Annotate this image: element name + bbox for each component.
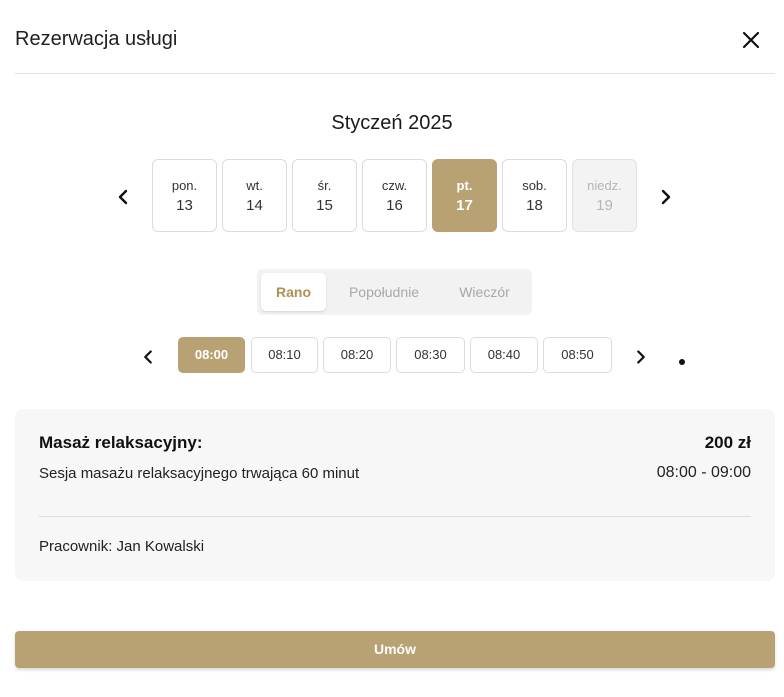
chevron-left-icon[interactable] xyxy=(111,185,135,209)
day-name: pt. xyxy=(456,178,473,193)
day-name: pon. xyxy=(171,178,198,193)
month-label: Styczeń 2025 xyxy=(331,112,453,134)
day-name: niedz. xyxy=(587,178,622,193)
time-slot[interactable]: 08:10 xyxy=(251,337,318,373)
staff-name: Pracownik: Jan Kowalski xyxy=(39,538,205,555)
time-slot[interactable]: 08:20 xyxy=(323,337,391,373)
time-slot[interactable]: 08:40 xyxy=(470,337,538,373)
day-tue[interactable]: wt. 14 xyxy=(222,159,287,232)
tab-morning[interactable]: Rano xyxy=(261,273,326,311)
time-slot[interactable]: 08:50 xyxy=(543,337,612,373)
day-date: 18 xyxy=(526,197,543,214)
time-of-day-switch: Rano Popołudnie Wieczór xyxy=(257,269,532,315)
service-price: 200 zł xyxy=(704,433,751,452)
service-name: Masaż relaksacyjny: xyxy=(39,433,203,452)
modal-title: Rezerwacja usługi xyxy=(15,28,178,50)
day-fri-selected[interactable]: pt. 17 xyxy=(432,159,497,232)
day-name: wt. xyxy=(246,178,263,193)
tab-evening[interactable]: Wieczór xyxy=(442,273,527,311)
tab-afternoon[interactable]: Popołudnie xyxy=(334,273,434,311)
day-date: 13 xyxy=(176,197,193,214)
service-time-range: 08:00 - 09:00 xyxy=(656,464,751,481)
chevron-right-icon[interactable] xyxy=(654,185,678,209)
day-sat[interactable]: sob. 18 xyxy=(502,159,567,232)
day-date: 15 xyxy=(316,197,333,214)
chevron-left-icon[interactable] xyxy=(137,346,159,368)
modal-header: Rezerwacja usługi xyxy=(15,0,775,74)
day-name: czw. xyxy=(381,178,408,193)
time-slot[interactable]: 08:00 xyxy=(178,337,245,373)
chevron-right-icon[interactable] xyxy=(630,346,652,368)
day-thu[interactable]: czw. 16 xyxy=(362,159,427,232)
day-date: 17 xyxy=(456,197,473,214)
book-button[interactable]: Umów xyxy=(15,631,775,668)
day-date: 16 xyxy=(386,197,403,214)
day-date: 19 xyxy=(596,197,613,214)
booking-summary-card: Masaż relaksacyjny: 200 zł Sesja masażu … xyxy=(15,409,775,581)
day-wed[interactable]: śr. 15 xyxy=(292,159,357,232)
service-description: Sesja masażu relaksacyjnego trwająca 60 … xyxy=(39,465,360,482)
day-mon[interactable]: pon. 13 xyxy=(152,159,217,232)
close-icon[interactable] xyxy=(741,30,761,50)
time-slot[interactable]: 08:30 xyxy=(396,337,465,373)
indicator-dot xyxy=(679,359,685,365)
day-name: sob. xyxy=(522,178,547,193)
divider xyxy=(39,516,751,517)
day-sun-disabled: niedz. 19 xyxy=(572,159,637,232)
day-name: śr. xyxy=(317,178,332,193)
day-date: 14 xyxy=(246,197,263,214)
